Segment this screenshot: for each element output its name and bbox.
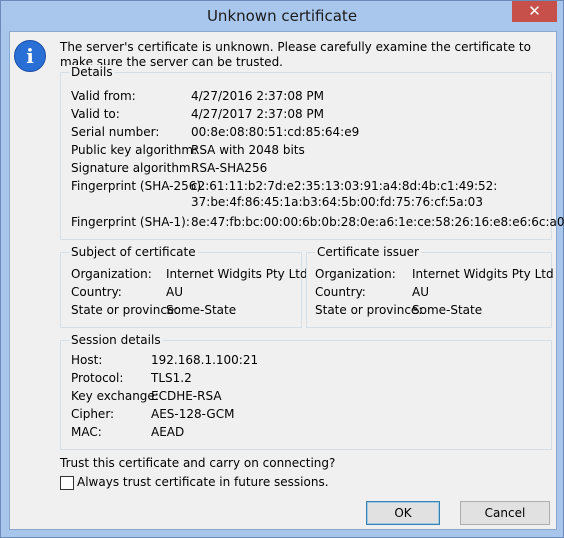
- subject-country-value: AU: [166, 285, 183, 299]
- session-protocol-value: TLS1.2: [151, 371, 192, 385]
- info-icon: i: [14, 40, 46, 72]
- session-mac-label: MAC:: [71, 425, 102, 439]
- fingerprint-sha256-label: Fingerprint (SHA-256):: [71, 179, 206, 193]
- session-key-exchange-label: Key exchange:: [71, 389, 159, 403]
- issuer-country-label: Country:: [315, 285, 366, 299]
- details-group-title: Details: [69, 65, 115, 79]
- window-title: Unknown certificate: [206, 7, 358, 25]
- valid-from-label: Valid from:: [71, 89, 136, 103]
- fingerprint-sha1-value: 8e:47:fb:bc:00:00:6b:0b:28:0e:a6:1e:ce:5…: [191, 215, 564, 229]
- session-key-exchange-value: ECDHE-RSA: [151, 389, 222, 403]
- session-host-value: 192.168.1.100:21: [151, 353, 259, 367]
- dialog-body: i The server's certificate is unknown. P…: [9, 31, 564, 530]
- fingerprint-sha256-value-line2: 37:be:4f:86:45:1a:b3:64:5b:00:fd:75:76:c…: [191, 195, 483, 209]
- trust-question: Trust this certificate and carry on conn…: [60, 456, 336, 470]
- dialog-window: Unknown certificate ✕ i The server's cer…: [0, 0, 564, 538]
- valid-to-label: Valid to:: [71, 107, 120, 121]
- session-cipher-label: Cipher:: [71, 407, 115, 421]
- always-trust-label[interactable]: Always trust certificate in future sessi…: [77, 475, 329, 489]
- subject-organization-label: Organization:: [71, 267, 152, 281]
- valid-to-value: 4/27/2017 2:37:08 PM: [191, 107, 325, 121]
- subject-state-value: Some-State: [166, 303, 237, 317]
- serial-number-value: 00:8e:08:80:51:cd:85:64:e9: [191, 125, 360, 139]
- fingerprint-sha1-label: Fingerprint (SHA-1):: [71, 215, 190, 229]
- details-group: Details Valid from: 4/27/2016 2:37:08 PM…: [60, 65, 564, 240]
- signature-algorithm-value: RSA-SHA256: [191, 161, 268, 175]
- issuer-organization-label: Organization:: [315, 267, 396, 281]
- issuer-country-value: AU: [412, 285, 429, 299]
- session-mac-value: AEAD: [151, 425, 185, 439]
- cancel-button[interactable]: Cancel: [460, 501, 550, 525]
- session-host-label: Host:: [71, 353, 103, 367]
- public-key-algorithm-value: RSA with 2048 bits: [191, 143, 305, 157]
- serial-number-label: Serial number:: [71, 125, 160, 139]
- valid-from-value: 4/27/2016 2:37:08 PM: [191, 89, 325, 103]
- always-trust-checkbox[interactable]: [60, 476, 74, 490]
- subject-country-label: Country:: [71, 285, 122, 299]
- issuer-state-label: State or province:: [315, 303, 423, 317]
- intro-message: The server's certificate is unknown. Ple…: [60, 40, 531, 69]
- title-bar[interactable]: Unknown certificate ✕: [1, 1, 563, 31]
- close-button[interactable]: ✕: [512, 1, 557, 22]
- issuer-organization-value: Internet Widgits Pty Ltd: [412, 267, 554, 281]
- issuer-group-title: Certificate issuer: [315, 245, 421, 259]
- issuer-state-value: Some-State: [412, 303, 483, 317]
- signature-algorithm-label: Signature algorithm:: [71, 161, 195, 175]
- public-key-algorithm-label: Public key algorithm:: [71, 143, 198, 157]
- subject-state-label: State or province:: [71, 303, 179, 317]
- issuer-group: Certificate issuer Organization: Interne…: [306, 245, 554, 328]
- subject-group: Subject of certificate Organization: Int…: [60, 245, 308, 328]
- session-protocol-label: Protocol:: [71, 371, 124, 385]
- session-cipher-value: AES-128-GCM: [151, 407, 235, 421]
- subject-organization-value: Internet Widgits Pty Ltd: [166, 267, 308, 281]
- subject-group-title: Subject of certificate: [69, 245, 198, 259]
- session-group-title: Session details: [69, 333, 163, 347]
- session-group: Session details Host: 192.168.1.100:21 P…: [60, 333, 552, 450]
- ok-button[interactable]: OK: [366, 501, 440, 525]
